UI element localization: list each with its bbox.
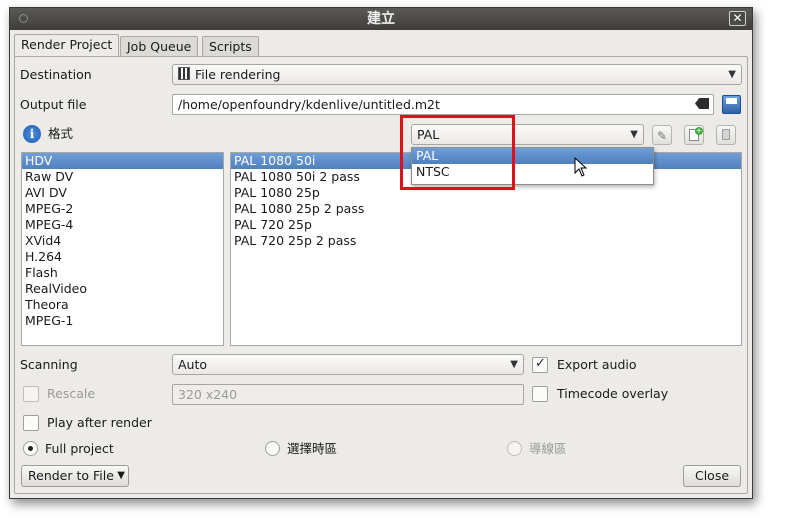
close-button-label: Close — [694, 468, 730, 483]
window-close-button[interactable]: ✕ — [729, 11, 746, 26]
guide-zone-radio[interactable] — [507, 441, 522, 456]
rescale-label: Rescale — [47, 386, 96, 401]
list-item[interactable]: MPEG-4 — [22, 217, 223, 233]
list-item[interactable]: Flash — [22, 265, 223, 281]
list-item[interactable]: AVI DV — [22, 185, 223, 201]
list-item[interactable]: Raw DV — [22, 169, 223, 185]
export-audio-checkbox[interactable]: ✓ — [532, 356, 548, 373]
tab-job-queue[interactable]: Job Queue — [120, 36, 199, 56]
pencil-icon: ✎ — [657, 129, 668, 143]
format-label: 格式 — [48, 126, 74, 141]
selected-zone-label: 選擇時區 — [287, 441, 338, 456]
list-item[interactable]: Theora — [22, 297, 223, 313]
list-item[interactable]: H.264 — [22, 249, 223, 265]
window-title: 建立 — [367, 11, 395, 27]
output-file-label: Output file — [20, 97, 87, 112]
rescale-size-value: 320 x240 — [178, 387, 238, 402]
format-list[interactable]: HDV Raw DV AVI DV MPEG-2 MPEG-4 XVid4 H.… — [21, 152, 224, 346]
list-item[interactable]: MPEG-2 — [22, 201, 223, 217]
highlight-box — [400, 115, 515, 190]
export-audio-label: Export audio — [557, 357, 637, 372]
close-button[interactable]: Close — [683, 465, 741, 487]
scanning-label: Scanning — [20, 357, 78, 372]
list-item[interactable]: PAL 1080 25p 2 pass — [231, 201, 741, 217]
list-item[interactable]: MPEG-1 — [22, 313, 223, 329]
destination-select[interactable]: File rendering ▼ — [172, 64, 742, 85]
timecode-overlay-checkbox[interactable] — [532, 386, 548, 402]
tab-label: Job Queue — [127, 39, 192, 54]
title-bar: 建立 ✕ — [10, 8, 752, 30]
guide-zone-label: 導線區 — [529, 441, 567, 456]
list-item[interactable]: PAL 720 25p 2 pass — [231, 233, 741, 249]
selected-zone-radio[interactable] — [265, 441, 280, 456]
play-after-render-checkbox[interactable] — [23, 415, 39, 431]
render-dialog: 建立 ✕ Render Project Job Queue Scripts De… — [9, 7, 753, 499]
chevron-down-icon: ▼ — [117, 470, 125, 481]
edit-profile-button[interactable]: ✎ — [652, 125, 672, 145]
list-item[interactable]: XVid4 — [22, 233, 223, 249]
list-item[interactable]: PAL 720 25p — [231, 217, 741, 233]
tab-label: Render Project — [21, 37, 113, 52]
play-after-render-label: Play after render — [47, 415, 152, 430]
rescale-checkbox[interactable] — [23, 386, 39, 402]
list-item[interactable]: HDV — [22, 153, 223, 169]
full-project-radio[interactable] — [23, 441, 38, 456]
window-menu-icon[interactable] — [19, 14, 28, 23]
chevron-down-icon: ▼ — [630, 129, 638, 140]
destination-value: File rendering — [195, 67, 281, 82]
tab-render-project[interactable]: Render Project — [14, 34, 120, 57]
chevron-down-icon: ▼ — [728, 69, 736, 80]
list-item[interactable]: RealVideo — [22, 281, 223, 297]
full-project-label: Full project — [45, 441, 114, 456]
output-file-value: /home/openfoundry/kdenlive/untitled.m2t — [178, 97, 440, 112]
scanning-value: Auto — [178, 357, 208, 372]
checkmark-icon: ✓ — [535, 356, 546, 371]
scanning-select[interactable]: Auto ▼ — [172, 354, 524, 375]
tab-label: Scripts — [209, 39, 252, 54]
rescale-size-field[interactable]: 320 x240 — [172, 384, 524, 405]
destination-label: Destination — [20, 67, 92, 82]
delete-profile-button[interactable] — [716, 125, 736, 145]
plus-icon: + — [695, 126, 703, 135]
new-profile-button[interactable]: + — [684, 125, 704, 145]
render-to-file-button[interactable]: Render to File ▼ — [21, 465, 129, 487]
trash-icon — [722, 129, 730, 140]
output-file-field[interactable]: /home/openfoundry/kdenlive/untitled.m2t — [172, 94, 714, 115]
render-button-label: Render to File — [28, 468, 114, 483]
info-icon[interactable]: i — [23, 125, 41, 143]
film-icon — [178, 67, 190, 80]
chevron-down-icon: ▼ — [510, 359, 518, 370]
mouse-cursor-icon — [574, 157, 588, 177]
tab-scripts[interactable]: Scripts — [202, 36, 259, 56]
timecode-overlay-label: Timecode overlay — [557, 386, 669, 401]
save-file-icon[interactable] — [722, 95, 741, 114]
